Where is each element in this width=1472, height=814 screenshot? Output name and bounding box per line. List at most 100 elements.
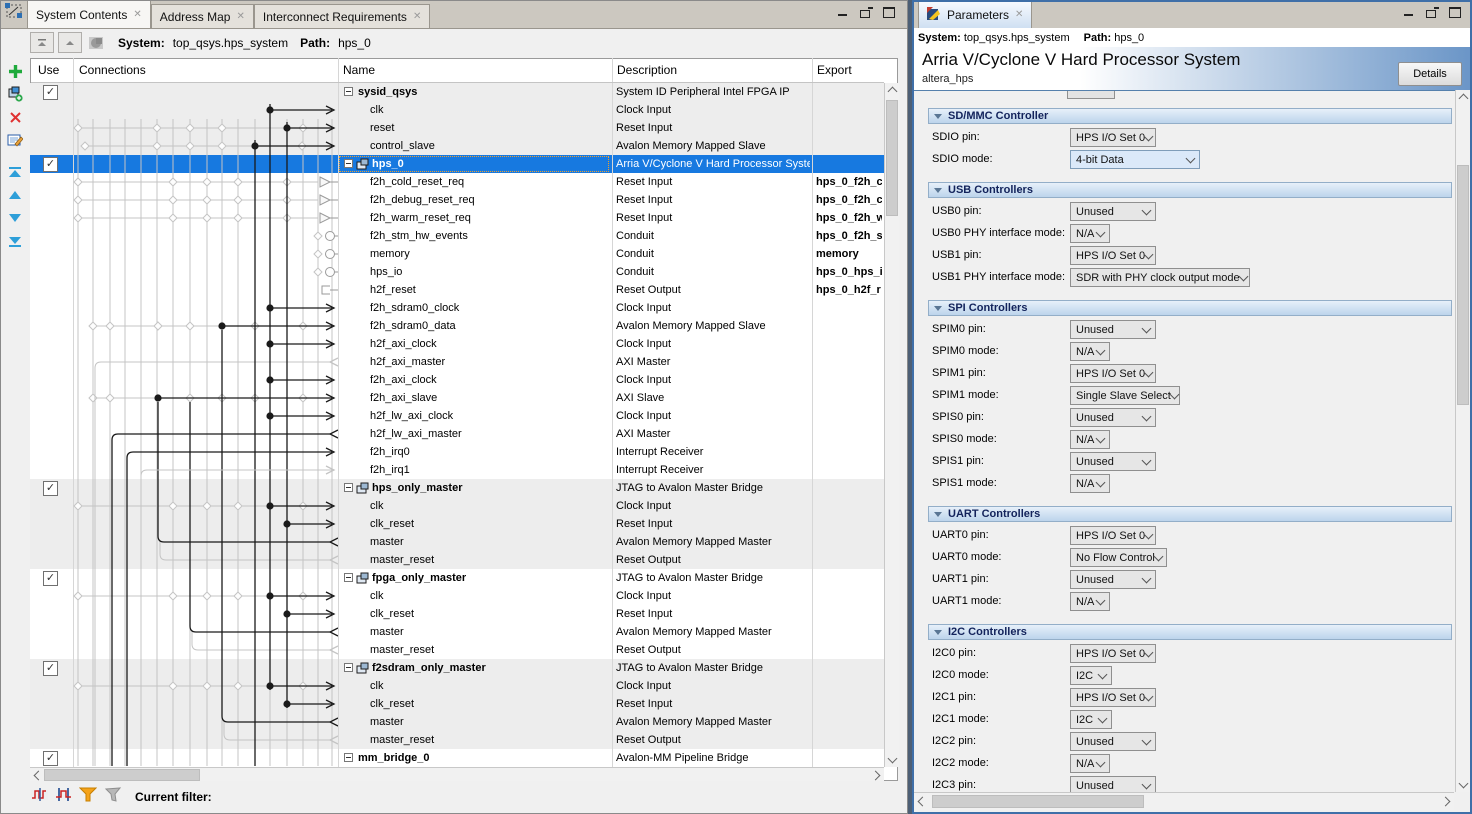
- row-export[interactable]: [816, 605, 882, 623]
- section-header-uart-controllers[interactable]: UART Controllers: [928, 506, 1452, 522]
- h-scroll-thumb[interactable]: [932, 795, 1144, 808]
- collapse-expander-icon[interactable]: [344, 159, 353, 168]
- v-scroll-thumb[interactable]: [1457, 165, 1469, 405]
- table-row-f2h_irq1[interactable]: f2h_irq1Interrupt Receiver: [30, 461, 884, 479]
- use-checkbox[interactable]: ✓: [43, 85, 58, 100]
- table-row-f2h_irq0[interactable]: f2h_irq0Interrupt Receiver: [30, 443, 884, 461]
- collapse-icon[interactable]: [934, 512, 942, 517]
- dropdown-spim1-pin[interactable]: HPS I/O Set 0: [1070, 364, 1156, 383]
- row-export[interactable]: [816, 335, 882, 353]
- use-checkbox[interactable]: ✓: [43, 661, 58, 676]
- tab-parameters[interactable]: Parameters ✕: [918, 0, 1032, 28]
- dropdown-uart0-mode[interactable]: No Flow Control: [1070, 548, 1167, 567]
- use-checkbox[interactable]: ✓: [43, 481, 58, 496]
- row-export[interactable]: [816, 137, 882, 155]
- row-export[interactable]: [816, 569, 882, 587]
- table-row-mm_bridge_0[interactable]: ✓mm_bridge_0Avalon-MM Pipeline Bridge: [30, 749, 884, 767]
- filter-funnel-icon[interactable]: [79, 787, 97, 807]
- section-header-sd-mmc-controller[interactable]: SD/MMC Controller: [928, 108, 1452, 124]
- table-row-reset[interactable]: resetReset Input: [30, 119, 884, 137]
- dropdown-spis0-mode[interactable]: N/A: [1070, 430, 1110, 449]
- scroll-right-icon[interactable]: [1441, 796, 1451, 806]
- move-top-icon[interactable]: [6, 163, 24, 181]
- dropdown-i2c2-mode[interactable]: N/A: [1070, 754, 1110, 773]
- column-header-name[interactable]: Name: [343, 58, 375, 82]
- row-export[interactable]: [816, 641, 882, 659]
- row-export[interactable]: [816, 407, 882, 425]
- column-header-use[interactable]: Use: [38, 58, 59, 82]
- dropdown-i2c2-pin[interactable]: Unused: [1070, 732, 1156, 751]
- minimize-icon[interactable]: [837, 7, 850, 18]
- row-export[interactable]: hps_0_f2h_s: [816, 227, 882, 245]
- scroll-down-icon[interactable]: [887, 754, 897, 764]
- table-row-f2h_warm_reset_req[interactable]: f2h_warm_reset_reqReset Inputhps_0_f2h_w: [30, 209, 884, 227]
- parameters-vertical-scrollbar[interactable]: [1455, 90, 1470, 792]
- collapse-expander-icon[interactable]: [344, 483, 353, 492]
- table-row-f2h_debug_reset_req[interactable]: f2h_debug_reset_reqReset Inputhps_0_f2h_…: [30, 191, 884, 209]
- row-export[interactable]: [816, 83, 882, 101]
- use-checkbox[interactable]: ✓: [43, 571, 58, 586]
- row-export[interactable]: [816, 371, 882, 389]
- maximize-icon[interactable]: [1449, 7, 1462, 18]
- add-connection-icon[interactable]: [6, 85, 24, 103]
- collapse-icon[interactable]: [934, 188, 942, 193]
- collapse-expander-icon[interactable]: [344, 87, 353, 96]
- row-export[interactable]: memory: [816, 245, 882, 263]
- use-checkbox[interactable]: ✓: [43, 157, 58, 172]
- dropdown-spim0-mode[interactable]: N/A: [1070, 342, 1110, 361]
- table-vertical-scrollbar[interactable]: [884, 83, 899, 767]
- collapse-icon[interactable]: [934, 306, 942, 311]
- move-up-icon[interactable]: [6, 186, 24, 204]
- close-icon[interactable]: ✕: [133, 10, 141, 20]
- table-row-master_reset[interactable]: master_resetReset Output: [30, 731, 884, 749]
- scroll-up-icon[interactable]: [1458, 94, 1468, 104]
- row-export[interactable]: [816, 155, 882, 173]
- dropdown-sdio-pin[interactable]: HPS I/O Set 0: [1070, 128, 1156, 147]
- minimize-icon[interactable]: [1403, 7, 1416, 18]
- table-row-master[interactable]: masterAvalon Memory Mapped Master: [30, 533, 884, 551]
- collapse-icon[interactable]: [934, 630, 942, 635]
- dropdown-uart1-mode[interactable]: N/A: [1070, 592, 1110, 611]
- table-horizontal-scrollbar[interactable]: [30, 767, 884, 782]
- timing-adapter-icon[interactable]: [55, 787, 72, 807]
- row-export[interactable]: [816, 551, 882, 569]
- row-export[interactable]: [816, 695, 882, 713]
- scroll-right-icon[interactable]: [871, 770, 881, 780]
- row-export[interactable]: hps_0_f2h_c: [816, 191, 882, 209]
- row-export[interactable]: [816, 659, 882, 677]
- collapse-icon[interactable]: [934, 114, 942, 119]
- dropdown-i2c1-mode[interactable]: I2C: [1070, 710, 1112, 729]
- clock-crossing-icon[interactable]: [31, 787, 48, 807]
- scroll-left-icon[interactable]: [918, 796, 928, 806]
- table-row-hps_io[interactable]: hps_ioConduithps_0_hps_i: [30, 263, 884, 281]
- row-export[interactable]: [816, 299, 882, 317]
- table-row-h2f_reset[interactable]: h2f_resetReset Outputhps_0_h2f_r: [30, 281, 884, 299]
- section-header-usb-controllers[interactable]: USB Controllers: [928, 182, 1452, 198]
- table-row-clk[interactable]: clkClock Input: [30, 101, 884, 119]
- dropdown-spis0-pin[interactable]: Unused: [1070, 408, 1156, 427]
- table-row-clk[interactable]: clkClock Input: [30, 587, 884, 605]
- remove-icon[interactable]: [6, 108, 24, 126]
- float-icon[interactable]: [1426, 7, 1439, 18]
- row-export[interactable]: hps_0_f2h_w: [816, 209, 882, 227]
- row-export[interactable]: [816, 389, 882, 407]
- column-header-connections[interactable]: Connections: [79, 58, 146, 82]
- row-export[interactable]: [816, 515, 882, 533]
- row-export[interactable]: [816, 425, 882, 443]
- maximize-icon[interactable]: [883, 7, 896, 18]
- row-export[interactable]: [816, 713, 882, 731]
- column-header-description[interactable]: Description: [617, 58, 677, 82]
- row-export[interactable]: [816, 479, 882, 497]
- v-scroll-thumb[interactable]: [886, 100, 898, 216]
- dropdown-i2c0-mode[interactable]: I2C: [1070, 666, 1112, 685]
- collapse-all-button[interactable]: [30, 32, 54, 53]
- table-row-sysid_qsys[interactable]: ✓sysid_qsysSystem ID Peripheral Intel FP…: [30, 83, 884, 101]
- dropdown-uart1-pin[interactable]: Unused: [1070, 570, 1156, 589]
- float-icon[interactable]: [860, 7, 873, 18]
- table-row-f2h_sdram0_clock[interactable]: f2h_sdram0_clockClock Input: [30, 299, 884, 317]
- table-row-clk_reset[interactable]: clk_resetReset Input: [30, 695, 884, 713]
- table-row-h2f_lw_axi_clock[interactable]: h2f_lw_axi_clockClock Input: [30, 407, 884, 425]
- table-row-h2f_axi_clock[interactable]: h2f_axi_clockClock Input: [30, 335, 884, 353]
- move-up-level-button[interactable]: [58, 32, 82, 53]
- scroll-down-icon[interactable]: [1458, 779, 1468, 789]
